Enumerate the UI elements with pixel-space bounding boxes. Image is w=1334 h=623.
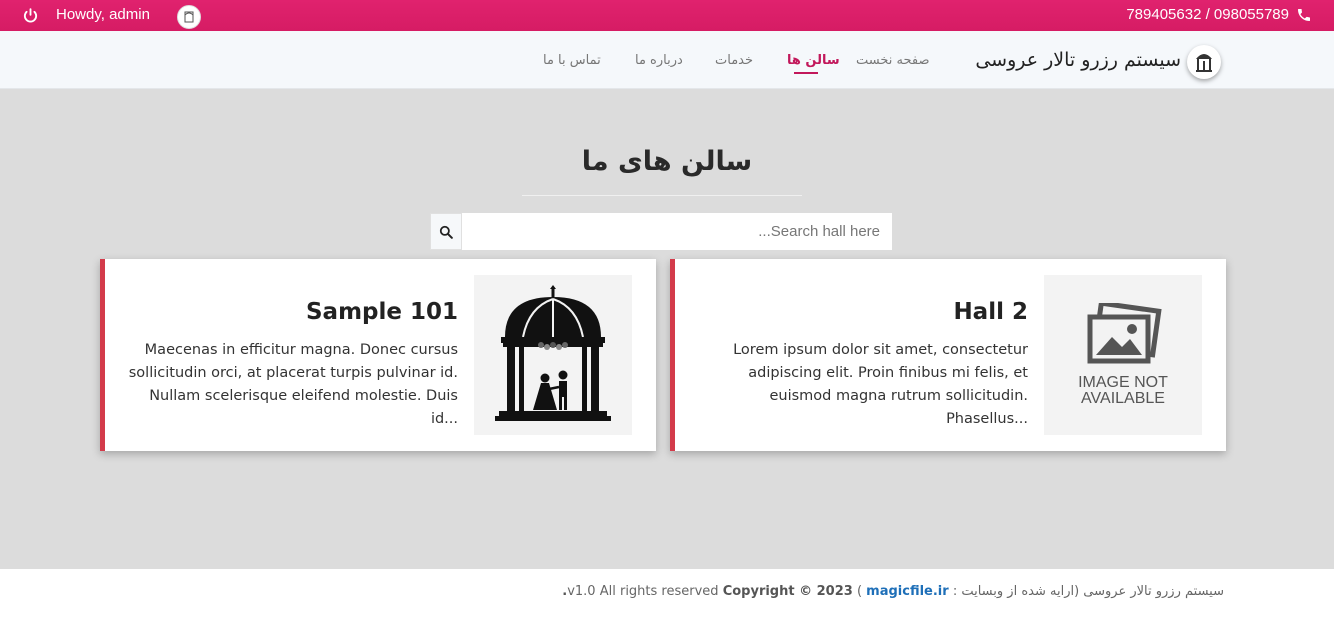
gazebo-logo-icon — [1196, 54, 1212, 72]
description-line: sollicitudin orci, at placerat turpis pu… — [128, 365, 458, 381]
hall-description: Maecenas in efficitur magna. Donec cursu… — [118, 339, 458, 431]
nav-item-contact[interactable]: تماس با ما — [543, 53, 601, 68]
description-line: Maecenas in efficitur magna. Donec cursu… — [144, 342, 458, 358]
phone-numbers: 789405632 / 098055789 — [1126, 6, 1289, 23]
hall-image: IMAGE NOT AVAILABLE — [1044, 275, 1202, 435]
nav-item-about[interactable]: درباره ما — [635, 53, 683, 68]
description-line: adipiscing elit. Proin finibus mi felis,… — [748, 365, 1028, 381]
phone-icon — [1298, 8, 1310, 21]
hall-title[interactable]: Sample 101 — [306, 299, 458, 325]
placeholder-text: AVAILABLE — [1081, 390, 1165, 407]
footer-site-link[interactable]: magicfile.ir — [866, 584, 949, 599]
footer-text: سیستم رزرو تالار عروسی (ارایه شده از وبس… — [562, 584, 1224, 599]
placeholder-text: IMAGE NOT — [1078, 374, 1168, 391]
brand-logo[interactable] — [1187, 45, 1221, 79]
brand-name[interactable]: سیستم رزرو تالار عروسی — [975, 49, 1181, 71]
nav-item-halls[interactable]: سالن ها — [787, 53, 840, 68]
active-nav-underline — [794, 72, 818, 74]
search-input[interactable] — [462, 213, 892, 250]
hall-title[interactable]: Hall 2 — [953, 299, 1028, 325]
description-line: Nullam scelerisque eleifend molestie. Du… — [149, 388, 458, 427]
search-button[interactable] — [430, 213, 462, 250]
footer: سیستم رزرو تالار عروسی (ارایه شده از وبس… — [0, 569, 1334, 623]
hall-card[interactable]: Sample 101 Maecenas in efficitur magna. … — [100, 259, 656, 451]
image-placeholder-icon — [1087, 303, 1162, 364]
nav-item-home[interactable]: صفحه نخست — [856, 53, 929, 68]
title-divider — [522, 195, 802, 196]
gazebo-wedding-icon — [495, 285, 611, 421]
top-bar: Howdy, admin 789405632 / 098055789 — [0, 0, 1334, 31]
hall-image — [474, 275, 632, 435]
search-icon — [439, 225, 453, 239]
page-title: سالن های ما — [581, 146, 753, 177]
avatar-icon — [184, 11, 194, 23]
footer-rights: All rights reserved — [599, 584, 719, 599]
main-content: سالن های ما Search hall here... Sample 1… — [0, 89, 1334, 569]
footer-brand: سیستم رزرو تالار عروسی (ارایه شده از وبس… — [952, 584, 1224, 599]
avatar[interactable] — [177, 5, 201, 29]
hall-card[interactable]: IMAGE NOT AVAILABLE Hall 2 Lorem ipsum d… — [670, 259, 1226, 451]
description-line: Lorem ipsum dolor sit amet, consectetur — [733, 342, 1028, 358]
hall-description: Lorem ipsum dolor sit amet, consectetur … — [688, 339, 1028, 431]
navbar: سیستم رزرو تالار عروسی صفحه نخست سالن ها… — [0, 31, 1334, 89]
description-line: euismod magna rutrum sollicitudin. Phase… — [769, 388, 1028, 427]
greeting-text[interactable]: Howdy, admin — [56, 6, 150, 23]
power-icon[interactable] — [22, 7, 39, 24]
nav-item-services[interactable]: خدمات — [715, 53, 753, 68]
